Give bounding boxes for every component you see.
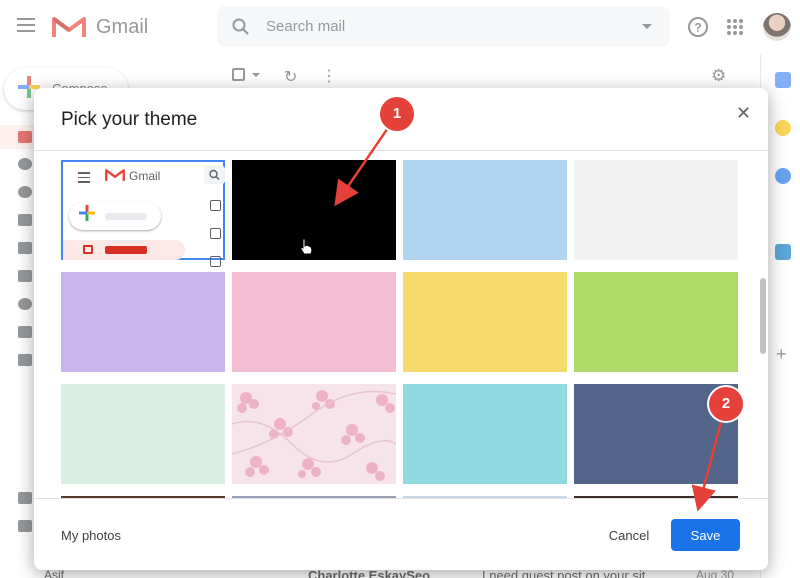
annotation-arrow-1: [334, 124, 392, 207]
annotation-marker-2: 2: [709, 387, 743, 421]
annotation-arrows: [334, 124, 724, 512]
annotation-marker-1: 1: [380, 97, 414, 131]
annotation-arrow-2: [691, 417, 724, 512]
